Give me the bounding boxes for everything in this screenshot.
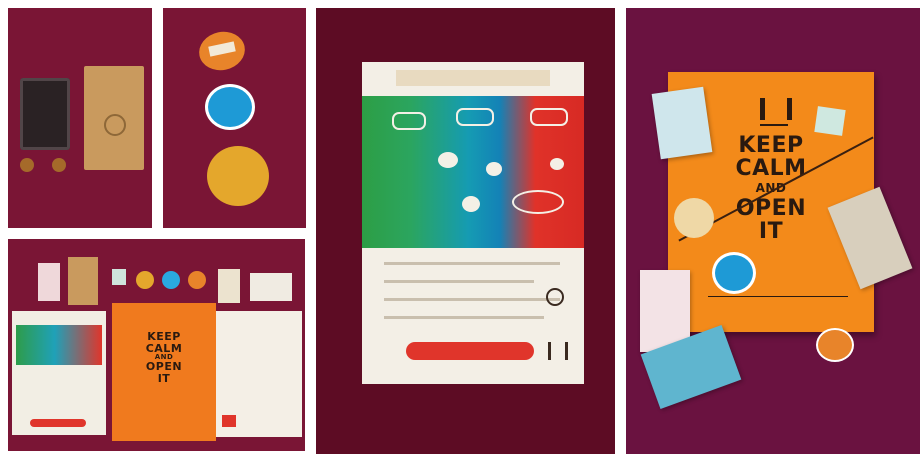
badge [162, 271, 180, 289]
orange-badge [816, 328, 854, 362]
flowchart-bubble [486, 162, 502, 176]
blue-badge [712, 252, 756, 294]
coffee-beans-bag [20, 78, 70, 150]
cream-badge [674, 198, 714, 238]
card-stack [250, 273, 292, 301]
small-letter-stamp [222, 415, 236, 427]
text-line [384, 280, 534, 283]
small-infographic-button [30, 419, 86, 427]
people-icon [760, 98, 792, 120]
small-poster-line: IT [157, 371, 171, 385]
poster-header [396, 70, 550, 86]
poster-symbol-icon [546, 288, 564, 306]
poster-people-icon [548, 342, 568, 360]
yellow-badge [207, 146, 269, 206]
flowchart-bubble [530, 108, 568, 126]
small-tin [112, 269, 126, 285]
flowchart-bubble [438, 152, 458, 168]
poster-line-and: AND [755, 181, 787, 196]
small-kraft-bag [68, 257, 98, 305]
bag-seal-icon [104, 114, 126, 136]
flowchart-bubble [392, 112, 426, 130]
small-infographic [12, 311, 106, 435]
pink-card [38, 263, 60, 301]
flowchart-ellipse [512, 190, 564, 214]
text-line [384, 316, 544, 319]
flowchart-bubble [456, 108, 494, 126]
text-line [384, 298, 560, 301]
poster-line-calm: CALM [735, 156, 807, 182]
flowchart-bubble [462, 196, 480, 212]
photo-coffee-and-biscuits [8, 8, 152, 228]
photo-orange-folder: KEEP CALM AND OPEN IT [626, 8, 920, 454]
folder-bottom-line [708, 296, 848, 297]
small-teal-tin [814, 106, 846, 136]
small-poster-line: KEEP [147, 330, 181, 343]
small-infographic-colors [16, 325, 102, 365]
tea-sachet [218, 269, 240, 303]
badge [188, 271, 206, 289]
small-poster-title: KEEP CALM AND OPEN IT [112, 331, 216, 385]
blue-card-top-left [651, 86, 713, 160]
biscuit [20, 158, 34, 172]
folder-divider [760, 124, 788, 126]
photo-infographic-poster [316, 8, 615, 454]
poster-red-button [406, 342, 534, 360]
photo-round-badges [163, 8, 306, 228]
photo-kit-flatlay: KEEP CALM AND OPEN IT [8, 239, 305, 451]
text-line [384, 262, 560, 265]
blue-badge [205, 84, 255, 130]
infographic-poster [362, 62, 584, 384]
flowchart-bubble [550, 158, 564, 170]
biscuit [52, 158, 66, 172]
small-orange-folder: KEEP CALM AND OPEN IT [112, 303, 216, 441]
badge [136, 271, 154, 289]
small-letter [216, 311, 302, 437]
